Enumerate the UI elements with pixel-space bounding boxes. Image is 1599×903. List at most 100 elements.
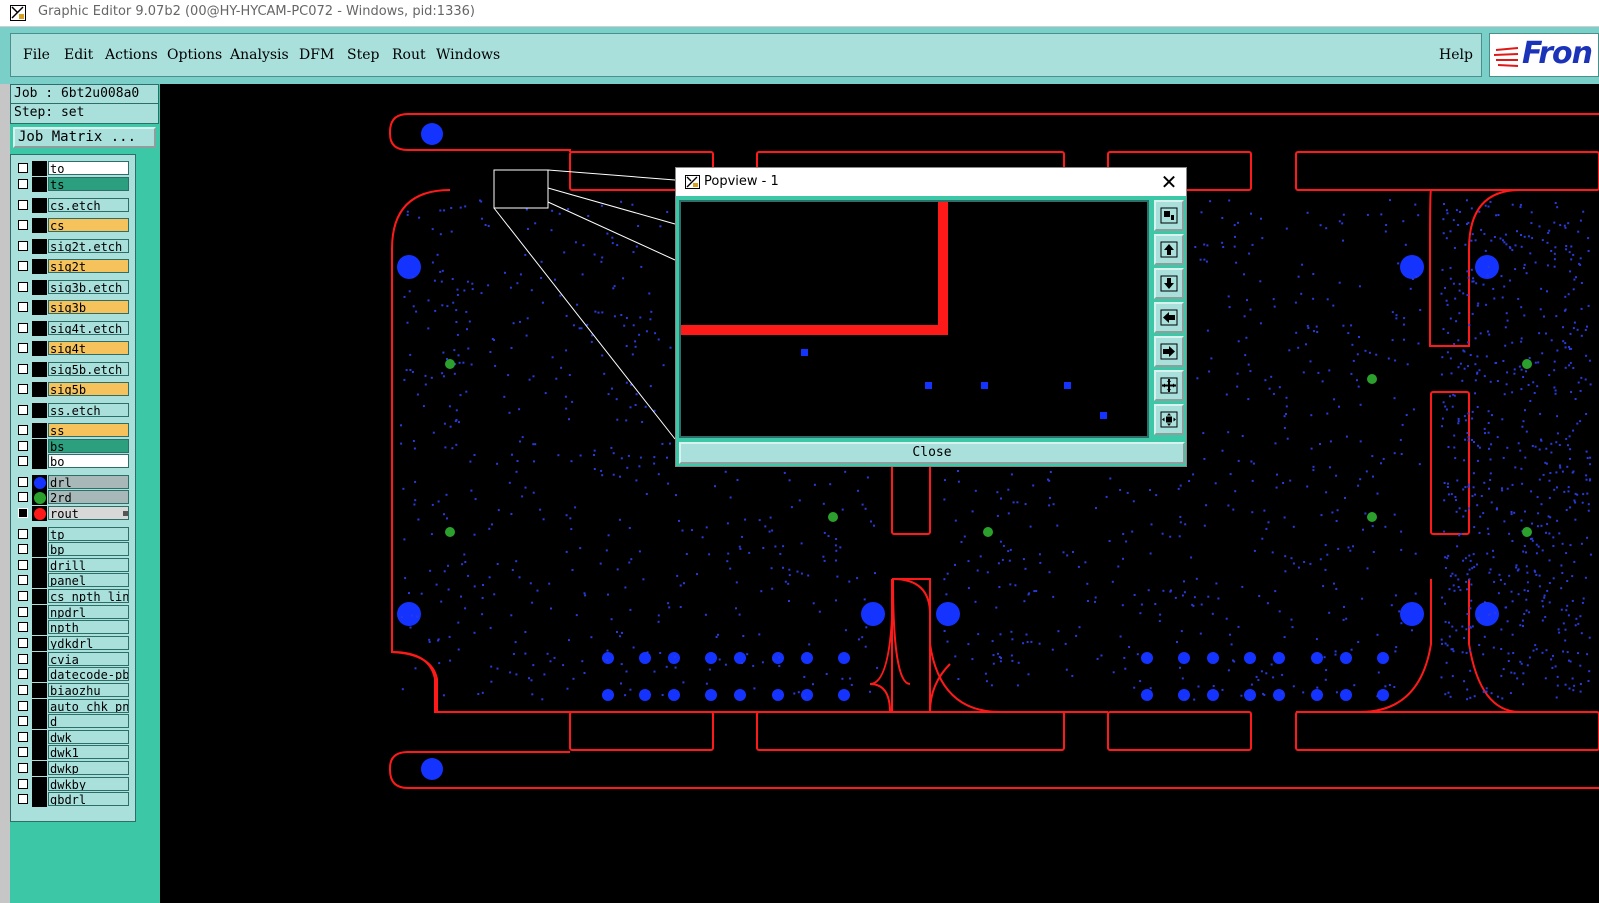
layer-affected-toggle[interactable]: [32, 745, 47, 760]
layer-affected-toggle[interactable]: [32, 699, 47, 714]
layer-checkbox[interactable]: [18, 508, 28, 518]
layer-checkbox[interactable]: [18, 716, 28, 726]
layer-label[interactable]: cs.etch: [48, 198, 129, 212]
layer-label[interactable]: auto_chk_pnl: [48, 699, 129, 713]
layer-row-2rd[interactable]: 2rd: [15, 490, 131, 505]
layer-label[interactable]: ss: [48, 423, 129, 437]
layer-row-to[interactable]: to: [15, 161, 131, 176]
layer-checkbox[interactable]: [18, 441, 28, 451]
layer-affected-toggle[interactable]: [32, 259, 47, 274]
layer-row-sig3b-etch[interactable]: sig3b.etch: [15, 280, 131, 295]
layer-label[interactable]: sig2t: [48, 259, 129, 273]
layer-checkbox[interactable]: [18, 200, 28, 210]
layer-affected-toggle[interactable]: [32, 573, 47, 588]
layer-row-datecode-pbe[interactable]: datecode-pbe: [15, 667, 131, 682]
layer-checkbox[interactable]: [18, 591, 28, 601]
layer-checkbox[interactable]: [18, 163, 28, 173]
layer-affected-toggle[interactable]: [32, 667, 47, 682]
layer-checkbox[interactable]: [18, 638, 28, 648]
layer-label[interactable]: sig4t.etch: [48, 321, 129, 335]
layer-row-sig2t-etch[interactable]: sig2t.etch: [15, 239, 131, 254]
layer-affected-toggle[interactable]: [32, 362, 47, 377]
layer-row-bo[interactable]: bo: [15, 454, 131, 469]
layer-label[interactable]: cs: [48, 218, 129, 232]
layer-row-sig2t[interactable]: sig2t: [15, 259, 131, 274]
layer-label[interactable]: 2rd: [48, 490, 129, 504]
pan-right-button[interactable]: [1154, 336, 1184, 367]
layer-affected-toggle[interactable]: [32, 652, 47, 667]
layer-affected-toggle[interactable]: [32, 527, 47, 542]
layer-label[interactable]: sig5b: [48, 382, 129, 396]
job-matrix-button[interactable]: Job Matrix ...: [13, 127, 156, 148]
layer-label[interactable]: drl: [48, 475, 129, 489]
zoom-in-button[interactable]: [1154, 200, 1184, 231]
pan-left-button[interactable]: [1154, 302, 1184, 333]
layer-checkbox[interactable]: [18, 282, 28, 292]
menu-help[interactable]: Help: [1439, 47, 1473, 63]
layer-row-dwk[interactable]: dwk: [15, 730, 131, 745]
layer-checkbox[interactable]: [18, 405, 28, 415]
layer-label[interactable]: bs: [48, 439, 129, 453]
layer-row-ts[interactable]: ts: [15, 177, 131, 192]
layer-label[interactable]: cs_npth_line: [48, 589, 129, 603]
layer-row-npth[interactable]: npth: [15, 620, 131, 635]
layer-row-d[interactable]: d: [15, 714, 131, 729]
layer-label[interactable]: dwk1: [48, 745, 129, 759]
layer-checkbox[interactable]: [18, 544, 28, 554]
layer-affected-toggle[interactable]: [32, 558, 47, 573]
layer-row-drill[interactable]: drill: [15, 558, 131, 573]
layer-label[interactable]: dwk: [48, 730, 129, 744]
layer-label[interactable]: sig2t.etch: [48, 239, 129, 253]
layer-checkbox[interactable]: [18, 732, 28, 742]
layer-label[interactable]: gbdrl: [48, 792, 129, 806]
layer-affected-toggle[interactable]: [32, 341, 47, 356]
menu-actions[interactable]: Actions: [105, 47, 158, 63]
layer-checkbox[interactable]: [18, 779, 28, 789]
layer-label[interactable]: datecode-pbe: [48, 667, 129, 681]
pan-up-button[interactable]: [1154, 234, 1184, 265]
layer-label[interactable]: panel: [48, 573, 129, 587]
layer-label[interactable]: ss.etch: [48, 403, 129, 417]
pan-down-button[interactable]: [1154, 268, 1184, 299]
layer-label[interactable]: dwkby: [48, 777, 129, 791]
layer-label[interactable]: biaozhu: [48, 683, 129, 697]
layer-checkbox[interactable]: [18, 241, 28, 251]
layer-affected-toggle[interactable]: [32, 321, 47, 336]
popview-close-icon[interactable]: ✕: [1158, 171, 1180, 193]
layer-checkbox[interactable]: [18, 794, 28, 804]
layer-label[interactable]: bp: [48, 542, 129, 556]
layer-checkbox[interactable]: [18, 343, 28, 353]
menu-edit[interactable]: Edit: [64, 47, 93, 63]
layer-label[interactable]: cvia: [48, 652, 129, 666]
layer-row-tp[interactable]: tp: [15, 527, 131, 542]
layer-checkbox[interactable]: [18, 622, 28, 632]
layer-row-cs[interactable]: cs: [15, 218, 131, 233]
menu-dfm[interactable]: DFM: [299, 47, 334, 63]
layer-affected-toggle[interactable]: [32, 792, 47, 807]
layer-affected-toggle[interactable]: [32, 382, 47, 397]
layer-affected-toggle[interactable]: [32, 300, 47, 315]
layer-checkbox[interactable]: [18, 607, 28, 617]
layer-affected-toggle[interactable]: [32, 542, 47, 557]
layer-checkbox[interactable]: [18, 179, 28, 189]
layer-checkbox[interactable]: [18, 701, 28, 711]
layer-affected-toggle[interactable]: [32, 423, 47, 438]
layer-label[interactable]: d: [48, 714, 129, 728]
layer-checkbox[interactable]: [18, 302, 28, 312]
layer-label[interactable]: ydkdrl: [48, 636, 129, 650]
layer-checkbox[interactable]: [18, 425, 28, 435]
layer-affected-toggle[interactable]: [32, 730, 47, 745]
layer-label[interactable]: drill: [48, 558, 129, 572]
layer-row-cvia[interactable]: cvia: [15, 652, 131, 667]
layer-checkbox[interactable]: [18, 747, 28, 757]
menu-options[interactable]: Options: [167, 47, 222, 63]
layer-checkbox[interactable]: [18, 323, 28, 333]
layer-affected-toggle[interactable]: [32, 683, 47, 698]
layer-affected-toggle[interactable]: [32, 403, 47, 418]
layer-checkbox[interactable]: [18, 560, 28, 570]
layer-affected-toggle[interactable]: [32, 620, 47, 635]
layer-affected-toggle[interactable]: [32, 239, 47, 254]
layer-checkbox[interactable]: [18, 261, 28, 271]
layer-label[interactable]: tp: [48, 527, 129, 541]
fit-view-button[interactable]: [1154, 404, 1184, 435]
